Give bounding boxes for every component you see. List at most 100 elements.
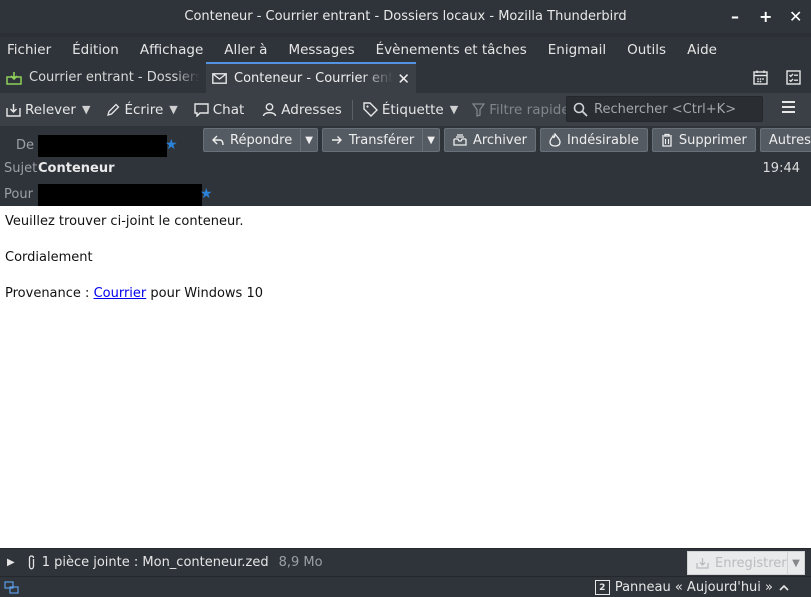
tab-inbox-label: Courrier entrant - Dossiers locaux [29,70,200,85]
menu-messages[interactable]: Messages [288,42,354,58]
tab-inbox[interactable]: Courrier entrant - Dossiers locaux [0,62,206,93]
delete-button[interactable]: Supprimer [651,128,756,152]
archive-button[interactable]: Archiver [443,128,536,152]
search-icon [573,102,588,117]
body-line-provenance: Provenance : Courrier pour Windows 10 [5,286,806,302]
flame-icon [549,133,561,147]
chevron-up-icon [779,584,789,591]
attachment-size: 8,9 Mo [278,555,323,570]
write-dropdown-icon[interactable]: ▼ [169,103,177,116]
message-time: 19:44 [762,161,800,176]
subject-label: Sujet [4,161,38,176]
courrier-link[interactable]: Courrier [94,286,147,301]
main-toolbar: Relever ▼ Écrire ▼ Chat Adresses Étiquet… [0,93,811,126]
write-button[interactable]: Écrire [106,102,163,118]
address-book-button[interactable]: Adresses [262,102,342,118]
search-input[interactable]: Rechercher <Ctrl+K> [566,96,763,122]
menu-aide[interactable]: Aide [687,42,717,58]
menu-bar: Fichier Édition Affichage Aller à Messag… [0,37,811,62]
write-label: Écrire [124,101,164,118]
provenance-prefix: Provenance : [5,286,94,301]
today-pane-toggle[interactable]: 2 Panneau « Aujourd'hui » [594,577,789,597]
tasks-icon[interactable] [786,70,801,85]
delete-label: Supprimer [678,132,747,148]
contacts-icon [263,103,277,117]
reply-dropdown-icon[interactable]: ▼ [300,129,317,151]
app-menu-icon[interactable] [782,101,795,115]
today-calendar-icon: 2 [594,580,610,595]
junk-label: Indésirable [566,132,639,148]
other-actions-button[interactable]: Autres [759,128,811,152]
network-status-icon[interactable] [4,580,19,594]
trash-icon [661,133,672,147]
download-mail-icon [6,103,21,117]
message-body: Veuillez trouver ci-joint le conteneur. … [0,206,811,548]
tag-dropdown-icon[interactable]: ▼ [450,103,458,116]
tag-icon [363,102,378,117]
save-attachment-button[interactable]: Enregistrer ▼ [687,551,805,575]
star-icon[interactable]: ★ [200,186,213,202]
expand-attachments-icon[interactable]: ▶ [7,557,15,568]
close-window-button[interactable]: ✕ [789,8,802,25]
address-book-label: Adresses [281,101,342,118]
save-dropdown-icon[interactable]: ▼ [787,552,804,574]
search-placeholder: Rechercher <Ctrl+K> [594,101,737,117]
body-line: Veuillez trouver ci-joint le conteneur. [5,214,244,229]
window-title: Conteneur - Courrier entrant - Dossiers … [184,9,627,24]
from-address-redacted[interactable] [38,135,167,157]
save-icon [696,558,709,569]
forward-icon [331,136,342,144]
save-label: Enregistrer [715,555,787,571]
inbox-icon [6,71,22,85]
tag-button[interactable]: Étiquette [363,102,444,118]
forward-button[interactable]: Transférer ▼ [321,128,440,152]
menu-fichier[interactable]: Fichier [7,42,51,58]
provenance-suffix: pour Windows 10 [146,286,264,301]
filter-icon [472,102,486,117]
from-label: De [16,138,35,153]
get-mail-button[interactable]: Relever [6,102,76,118]
chat-bubble-icon [194,102,209,117]
reply-button[interactable]: Répondre ▼ [203,128,318,152]
close-tab-icon[interactable]: ✕ [397,70,410,88]
toolbar-separator [351,99,353,120]
body-line: Cordialement [5,250,93,265]
menu-affichage[interactable]: Affichage [140,42,203,58]
header-actions: Répondre ▼ Transférer ▼ Archiver Indésir… [203,128,811,152]
menu-outils[interactable]: Outils [627,42,666,58]
status-bar: 2 Panneau « Aujourd'hui » [0,576,811,597]
forward-dropdown-icon[interactable]: ▼ [422,129,439,151]
other-label: Autres [768,132,811,148]
subject-value: Conteneur [38,161,115,176]
menu-aller[interactable]: Aller à [224,42,267,58]
title-bar: Conteneur - Courrier entrant - Dossiers … [0,0,811,33]
menu-edition[interactable]: Édition [72,42,119,58]
archive-icon [453,134,467,146]
today-pane-label: Panneau « Aujourd'hui » [614,580,773,595]
maximize-button[interactable]: + [759,8,772,25]
archive-label: Archiver [472,132,527,148]
quick-filter-button[interactable]: Filtre rapide [472,102,570,118]
attachment-summary[interactable]: 1 pièce jointe : Mon_conteneur.zed [42,555,269,570]
attachment-bar: ▶ 1 pièce jointe : Mon_conteneur.zed 8,9… [0,548,811,576]
minimize-button[interactable]: – [729,8,741,25]
to-label: Pour [4,187,33,202]
reply-icon [212,135,224,145]
tab-message[interactable]: Conteneur - Courrier entrant ✕ [206,62,416,93]
envelope-icon [212,73,227,84]
menu-enigmail[interactable]: Enigmail [548,42,606,58]
message-header: De ★ Répondre ▼ Transférer ▼ Archiver In… [0,126,811,206]
tab-message-label: Conteneur - Courrier entrant [234,71,394,86]
chat-button[interactable]: Chat [194,101,245,118]
tab-bar: Courrier entrant - Dossiers locaux Conte… [0,62,811,93]
window-controls: – + ✕ [729,0,802,33]
calendar-icon[interactable] [753,70,768,85]
junk-button[interactable]: Indésirable [539,128,648,152]
to-address-redacted[interactable] [38,184,202,206]
pencil-icon [107,103,120,116]
get-mail-dropdown-icon[interactable]: ▼ [82,103,90,116]
star-icon[interactable]: ★ [165,137,178,153]
menu-evenements[interactable]: Évènements et tâches [376,42,527,58]
chat-label: Chat [212,101,245,118]
tag-label: Étiquette [381,101,444,118]
